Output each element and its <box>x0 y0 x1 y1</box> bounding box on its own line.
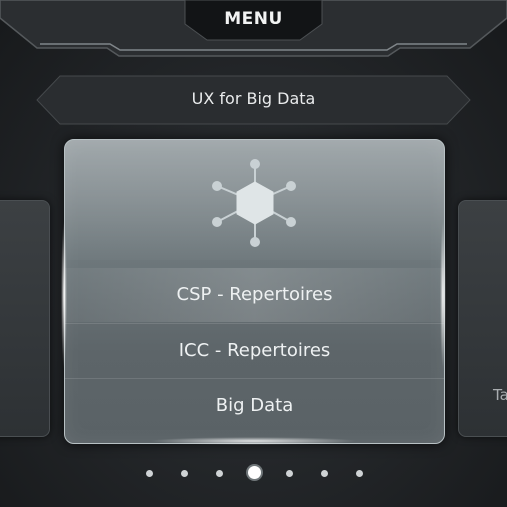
main-card[interactable]: CSP - Repertoires ICC - Repertoires Big … <box>64 139 445 444</box>
card-edge-glow-left <box>61 220 67 370</box>
menu-item-big-data[interactable]: Big Data <box>65 378 444 433</box>
pagination-dot[interactable] <box>180 470 188 477</box>
next-card[interactable]: Ta <box>458 200 507 437</box>
hexagon-network-icon <box>212 159 296 247</box>
pagination-dot[interactable] <box>145 470 153 477</box>
pagination-dot[interactable] <box>215 470 223 477</box>
previous-card[interactable] <box>0 200 50 437</box>
menu-title: MENU <box>224 9 283 29</box>
pagination-dot-active[interactable] <box>247 466 261 479</box>
pagination-dot[interactable] <box>320 470 328 477</box>
pagination <box>0 465 507 483</box>
pagination-dot[interactable] <box>355 470 363 477</box>
menu-item-csp-repertoires[interactable]: CSP - Repertoires <box>65 268 444 322</box>
menu-screen: MENU UX for Big Data Ta CSP - Repertoire… <box>0 0 507 507</box>
section-subtitle: UX for Big Data <box>191 89 316 108</box>
menu-item-icc-repertoires[interactable]: ICC - Repertoires <box>65 323 444 378</box>
card-bottom-glow <box>150 437 357 445</box>
next-card-label: Ta <box>493 386 507 404</box>
pagination-dot[interactable] <box>285 470 293 477</box>
card-edge-glow-right <box>440 220 446 370</box>
top-menu-bar: MENU <box>0 0 507 57</box>
